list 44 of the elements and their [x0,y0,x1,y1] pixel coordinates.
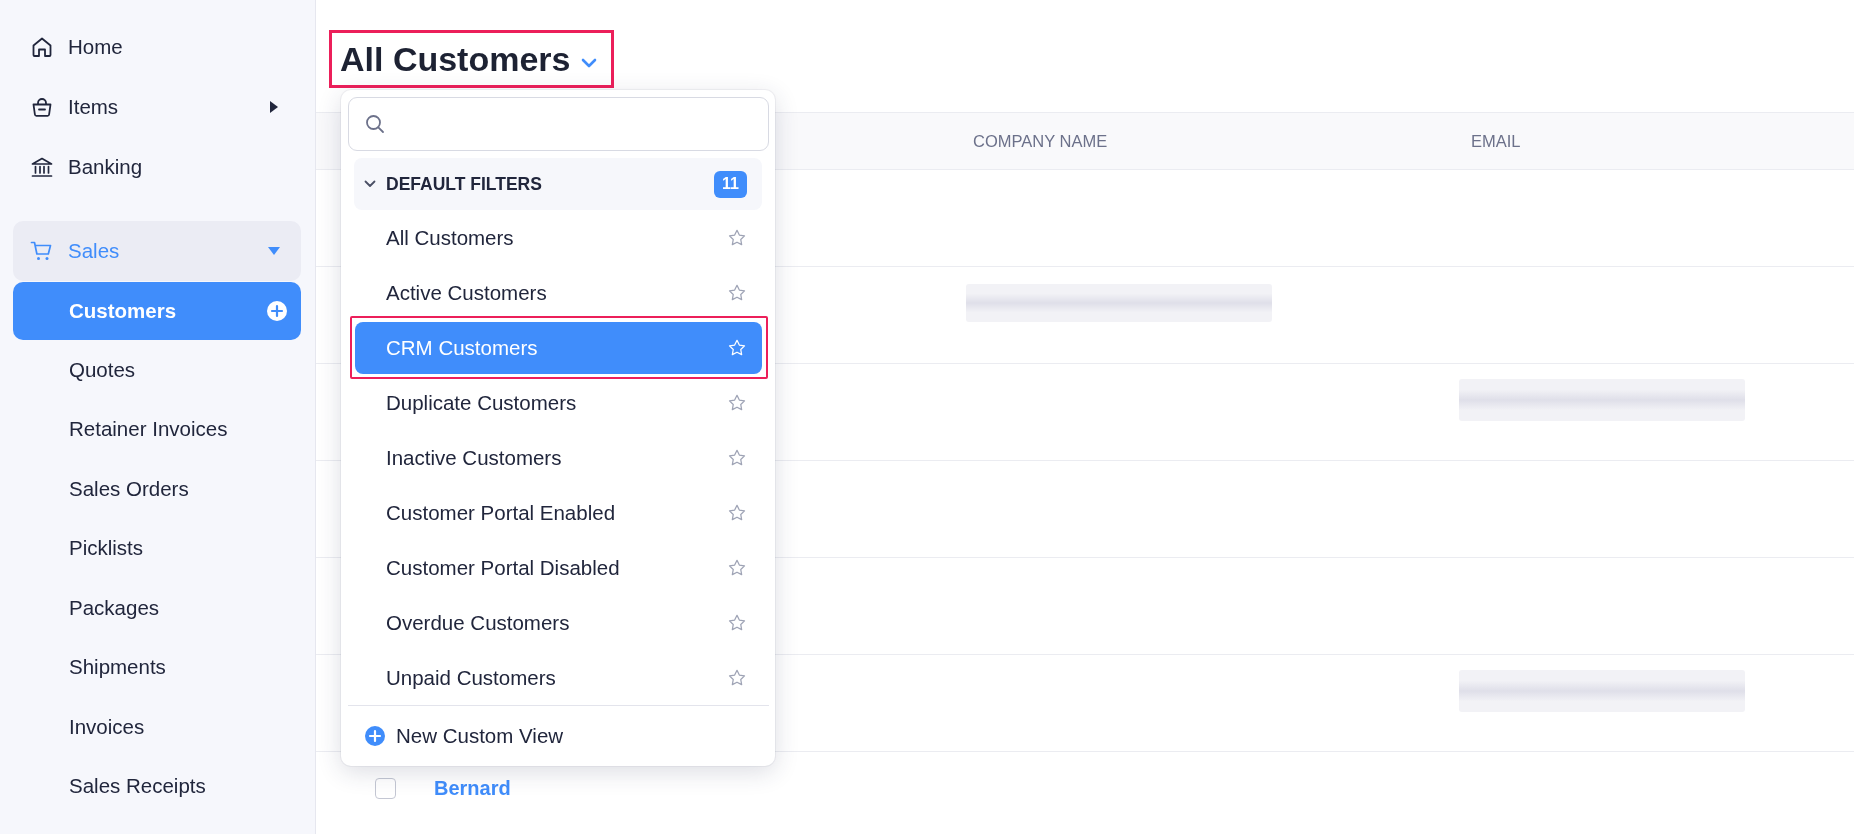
column-header: COMPANY NAME [973,131,1108,151]
star-icon[interactable] [727,667,747,688]
search-icon [365,114,385,134]
star-icon[interactable] [727,447,747,468]
nav-subitem[interactable]: Sales Receipts [13,756,301,816]
filter-option[interactable]: Duplicate Customers [355,376,762,429]
cart-icon [30,239,54,263]
filter-option[interactable]: Overdue Customers [355,596,762,649]
bank-icon [30,155,54,179]
chevron-down-icon [580,58,597,68]
nav-subitem[interactable]: Packages [13,578,301,638]
nav-subitem[interactable]: Invoices [13,697,301,757]
nav-subitem[interactable]: Retainer Invoices [13,399,301,459]
filter-option[interactable]: Customer Portal Enabled [355,486,762,539]
column-header: EMAIL [1471,131,1521,151]
nav-item[interactable]: Home [13,17,301,77]
count-badge: 11 [714,170,747,198]
filter-option[interactable]: Customer Portal Disabled [355,541,762,594]
filter-group-header[interactable]: DEFAULT FILTERS 11 [354,158,762,210]
star-icon[interactable] [727,502,747,523]
view-selector[interactable]: All Customers [332,33,611,85]
add-icon[interactable] [267,301,287,321]
home-icon [30,35,54,59]
filter-option[interactable]: Inactive Customers [355,431,762,484]
nav-subitem[interactable]: Sales Orders [13,459,301,519]
row-checkbox[interactable] [375,777,396,799]
nav-subitem[interactable]: Quotes [13,340,301,400]
nav-subitem[interactable]: Picklists [13,518,301,578]
nav-item[interactable]: Banking [13,137,301,197]
star-icon[interactable] [727,337,747,358]
filter-option[interactable]: All Customers [355,211,762,264]
search-field[interactable] [348,97,769,151]
star-icon[interactable] [727,557,747,578]
nav-subitem[interactable]: Shipments [13,637,301,697]
star-icon[interactable] [727,612,747,633]
basket-icon [30,95,54,119]
star-icon[interactable] [727,282,747,303]
new-custom-view-button[interactable]: New Custom View [365,724,564,748]
star-icon[interactable] [727,227,747,248]
add-icon [365,726,385,746]
star-icon[interactable] [727,392,747,413]
filter-option[interactable]: Unpaid Customers [355,651,762,704]
nav-item[interactable]: Items [13,77,301,137]
filter-option[interactable]: Active Customers [355,266,762,319]
